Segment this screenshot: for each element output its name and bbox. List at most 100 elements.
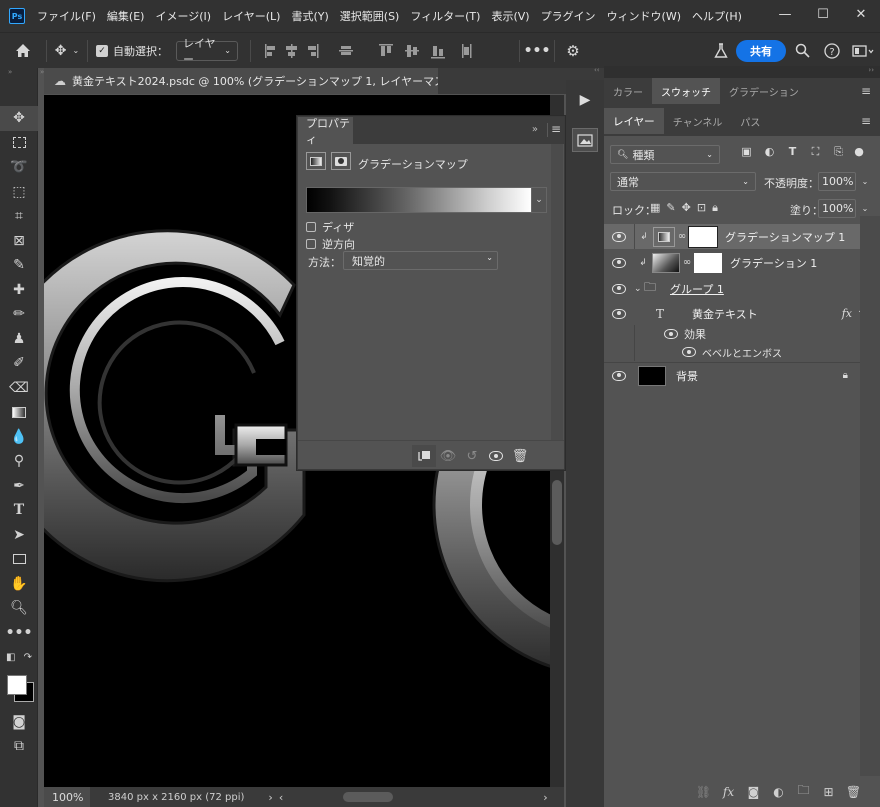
- layer-filter-dropdown[interactable]: 🔍︎ 種類 ⌄: [610, 145, 720, 164]
- lock-image-icon[interactable]: ✎: [666, 201, 675, 215]
- help-icon[interactable]: ?: [818, 42, 846, 59]
- type-tool-icon[interactable]: T: [0, 498, 38, 523]
- healing-brush-tool-icon[interactable]: ✚: [0, 278, 38, 303]
- new-layer-icon[interactable]: ⊞: [816, 785, 841, 799]
- panel-menu-icon[interactable]: ≡: [852, 78, 880, 104]
- layer-row-effects[interactable]: 効果: [604, 325, 860, 343]
- menu-select[interactable]: 選択範囲(S): [340, 8, 400, 24]
- menu-edit[interactable]: 編集(E): [107, 8, 145, 24]
- shape-layer-filter-icon[interactable]: ⛶: [807, 145, 824, 159]
- collapse-icon[interactable]: »: [0, 68, 37, 76]
- panel-menu-icon[interactable]: ≡: [852, 108, 880, 134]
- tab-swatches[interactable]: スウォッチ: [652, 78, 720, 104]
- visibility-eye-icon[interactable]: [604, 283, 634, 294]
- pen-tool-icon[interactable]: ✒: [0, 474, 38, 499]
- zoom-tool-icon[interactable]: 🔍︎: [0, 596, 38, 621]
- expand-icon[interactable]: ››: [868, 66, 874, 74]
- tab-layers[interactable]: レイヤー: [604, 108, 664, 134]
- frame-tool-icon[interactable]: ⊠: [0, 229, 38, 254]
- auto-select-checkbox[interactable]: ✓: [96, 44, 108, 57]
- object-selection-tool-icon[interactable]: ⬚: [0, 180, 38, 205]
- add-layer-style-icon[interactable]: fx: [716, 785, 741, 799]
- reverse-option[interactable]: 逆方向: [306, 236, 355, 252]
- filter-toggle-icon[interactable]: ●: [853, 145, 865, 159]
- lock-transparent-icon[interactable]: ▦: [650, 201, 660, 215]
- brush-tool-icon[interactable]: ✏: [0, 302, 38, 327]
- maximize-button[interactable]: ☐: [804, 0, 842, 28]
- tab-paths[interactable]: パス: [731, 108, 769, 134]
- tab-properties[interactable]: プロパティ: [298, 117, 353, 146]
- expand-icon[interactable]: »: [40, 68, 44, 76]
- chevron-down-icon[interactable]: ⌄: [634, 284, 644, 294]
- clip-to-layer-icon[interactable]: [412, 445, 436, 467]
- menu-layer[interactable]: レイヤー(L): [222, 8, 280, 24]
- visibility-eye-icon[interactable]: [664, 329, 678, 339]
- layer-row-background[interactable]: 背景 🔒︎: [604, 363, 860, 388]
- close-window-button[interactable]: ✕: [842, 0, 880, 28]
- quick-mask-icon[interactable]: ◙: [0, 710, 38, 735]
- properties-panel-icon[interactable]: [572, 128, 598, 152]
- home-icon[interactable]: [0, 43, 46, 58]
- menu-type[interactable]: 書式(Y): [291, 8, 328, 24]
- move-tool-icon[interactable]: ✥: [0, 106, 38, 131]
- trash-icon[interactable]: 🗑︎: [841, 785, 866, 799]
- move-tool-preset-icon[interactable]: ✥ ⌄: [47, 43, 87, 59]
- zoom-level[interactable]: 100%: [44, 787, 90, 807]
- workspace-icon[interactable]: [846, 44, 880, 58]
- menu-filter[interactable]: フィルター(T): [410, 8, 480, 24]
- default-colors-icon[interactable]: ◧ ↷: [0, 645, 38, 670]
- properties-scrollbar[interactable]: [551, 144, 563, 440]
- edit-toolbar-icon[interactable]: •••: [0, 621, 38, 646]
- lock-all-icon[interactable]: 🔒︎: [712, 201, 718, 215]
- visibility-eye-icon[interactable]: [604, 231, 634, 242]
- gradient-dropdown-chevron-icon[interactable]: ⌄: [532, 187, 547, 213]
- trash-icon[interactable]: 🗑︎: [508, 445, 532, 467]
- link-layers-icon[interactable]: ⛓: [691, 785, 716, 799]
- hand-tool-icon[interactable]: ✋: [0, 572, 38, 597]
- reset-icon[interactable]: ↺: [460, 445, 484, 467]
- scroll-left-icon[interactable]: ‹: [279, 791, 283, 804]
- gear-icon[interactable]: ⚙: [555, 42, 591, 60]
- path-selection-tool-icon[interactable]: ➤: [0, 523, 38, 548]
- menu-plugins[interactable]: プラグイン: [541, 8, 596, 24]
- more-options-icon[interactable]: •••: [520, 43, 554, 59]
- layer-row-bevel-emboss[interactable]: ベベルとエンボス: [604, 343, 860, 361]
- beaker-icon[interactable]: [706, 42, 736, 59]
- smart-object-filter-icon[interactable]: ⎘: [830, 145, 847, 159]
- menu-view[interactable]: 表示(V): [491, 8, 529, 24]
- marquee-tool-icon[interactable]: [0, 131, 38, 156]
- dither-option[interactable]: ディザ: [306, 219, 354, 235]
- layer-mask-icon[interactable]: [331, 152, 351, 170]
- play-icon[interactable]: ▶: [566, 80, 604, 120]
- menu-help[interactable]: ヘルプ(H): [692, 8, 742, 24]
- type-layer-filter-icon[interactable]: T: [784, 145, 801, 159]
- reverse-checkbox[interactable]: [306, 239, 316, 249]
- clone-stamp-tool-icon[interactable]: ♟: [0, 327, 38, 352]
- lock-icon[interactable]: 🔒︎: [843, 370, 848, 381]
- tab-color[interactable]: カラー: [604, 78, 652, 104]
- layer-mask-thumbnail[interactable]: [688, 225, 718, 248]
- share-button[interactable]: 共有: [736, 39, 786, 62]
- menu-window[interactable]: ウィンドウ(W): [607, 8, 681, 24]
- scroll-right-icon[interactable]: ›: [543, 791, 547, 804]
- lasso-tool-icon[interactable]: ➰: [0, 155, 38, 180]
- blend-mode-dropdown[interactable]: 通常 ⌄: [610, 172, 756, 191]
- adjustment-layer-filter-icon[interactable]: ◐: [761, 145, 778, 159]
- crop-tool-icon[interactable]: ⌗: [0, 204, 38, 229]
- visibility-eye-icon[interactable]: [604, 370, 634, 381]
- new-adjustment-layer-icon[interactable]: ◐: [766, 785, 791, 799]
- opacity-input[interactable]: 100%: [818, 172, 856, 191]
- panel-menu-icon[interactable]: ≡: [551, 122, 561, 136]
- gradient-picker[interactable]: [306, 187, 532, 213]
- screen-mode-icon[interactable]: ⧉: [0, 734, 38, 759]
- horizontal-scrollbar-thumb[interactable]: [343, 792, 394, 802]
- status-chevron-right-icon[interactable]: ›: [268, 791, 272, 804]
- align-distribute-icons[interactable]: [259, 41, 519, 61]
- layer-row-group[interactable]: ⌄ 🗀 グループ 1: [604, 276, 860, 301]
- new-group-icon[interactable]: 🗀: [791, 781, 816, 802]
- auto-select-target-dropdown[interactable]: レイヤー ⌄: [176, 37, 238, 66]
- opacity-chevron-icon[interactable]: ⌄: [858, 172, 872, 191]
- search-icon[interactable]: [786, 43, 818, 58]
- layers-scrollbar[interactable]: [860, 216, 880, 776]
- mask-link-icon[interactable]: ∞: [675, 231, 689, 242]
